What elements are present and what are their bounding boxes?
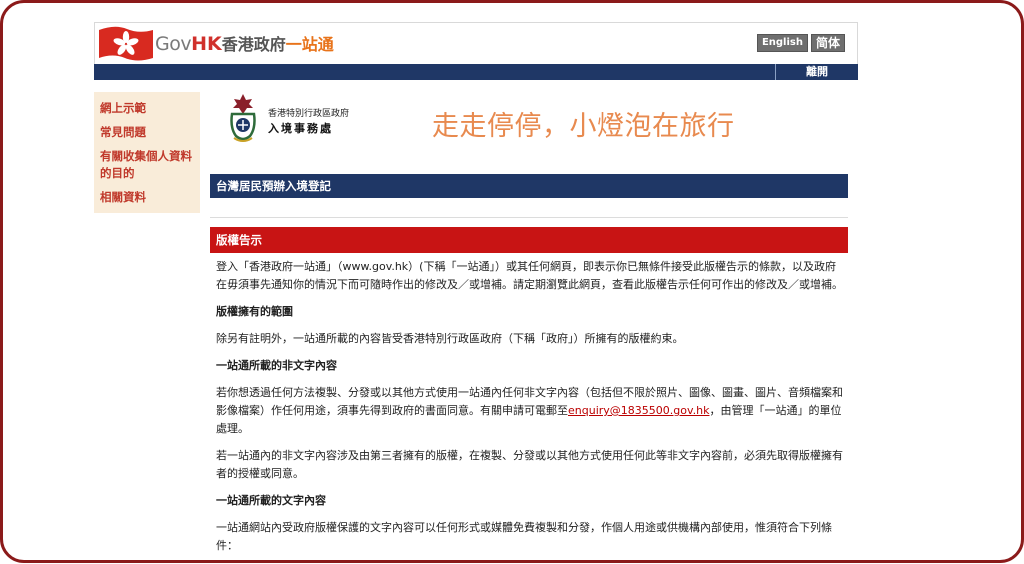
govhk-logo[interactable]: GovHK香港政府一站通 (155, 31, 334, 55)
sidebar-item-personal-data-purpose[interactable]: 有關收集個人資料的目的 (94, 144, 200, 185)
sidebar: 網上示範 常見問題 有關收集個人資料的目的 相關資料 (94, 92, 200, 213)
simplified-chinese-button[interactable]: 简体 (810, 34, 845, 52)
copyright-notice-title: 版權告示 (210, 227, 848, 253)
logo-hk: HK (191, 33, 222, 55)
immigration-crest-icon (230, 94, 256, 142)
banner-title: 走走停停，小燈泡在旅行 (432, 111, 735, 142)
site-header: GovHK香港政府一站通 English 简体 (94, 22, 858, 65)
copyright-content: 登入「香港政府一站通」（www.gov.hk）(下稱「一站通」）或其任何網頁，即… (216, 258, 846, 564)
paragraph-third-party: 若一站通內的非文字內容涉及由第三者擁有的版權，在複製、分發或以其他方式使用任何此… (216, 449, 843, 480)
nav-divider (775, 64, 776, 80)
language-switcher: English 简体 (756, 34, 845, 52)
paragraph-intro: 登入「香港政府一站通」（www.gov.hk）(下稱「一站通」）或其任何網頁，即… (216, 260, 843, 291)
top-navbar: 離開 (94, 64, 858, 80)
section-title-bar: 台灣居民預辦入境登記 (210, 174, 848, 198)
logo-gov: Gov (155, 33, 192, 55)
logo-zh-onestop: 一站通 (285, 35, 334, 54)
paragraph-text-content: 一站通網站內受政府版權保護的文字內容可以任何形式或媒體免費複製和分發，作個人用途… (216, 521, 832, 552)
sidebar-item-related-info[interactable]: 相關資料 (94, 185, 200, 209)
department-name-line2: 入境事務處 (268, 122, 333, 135)
enquiry-email-link[interactable]: enquiry@1835500.gov.hk (568, 404, 709, 417)
heading-text-content: 一站通所載的文字內容 (216, 494, 326, 507)
divider (210, 217, 848, 218)
paragraph-non-text: 若你想透過任何方法複製、分發或以其他方式使用一站通內任何非文字內容（包括但不限於… (216, 384, 846, 438)
heading-non-text: 一站通所載的非文字內容 (216, 359, 337, 372)
sidebar-item-online-demo[interactable]: 網上示範 (94, 96, 200, 120)
department-logo: 香港特別行政區政府 入境事務處 (226, 92, 366, 148)
hk-flag-icon (99, 26, 153, 61)
paragraph-scope: 除另有註明外，一站通所載的內容皆受香港特別行政區政府（下稱「政府」）所擁有的版權… (216, 332, 684, 345)
exit-link[interactable]: 離開 (806, 65, 828, 79)
logo-zh: 香港政府 (221, 35, 286, 54)
sidebar-item-faq[interactable]: 常見問題 (94, 120, 200, 144)
heading-scope: 版權擁有的範圍 (216, 305, 293, 318)
english-button[interactable]: English (756, 34, 808, 52)
department-name-line1: 香港特別行政區政府 (268, 109, 350, 119)
